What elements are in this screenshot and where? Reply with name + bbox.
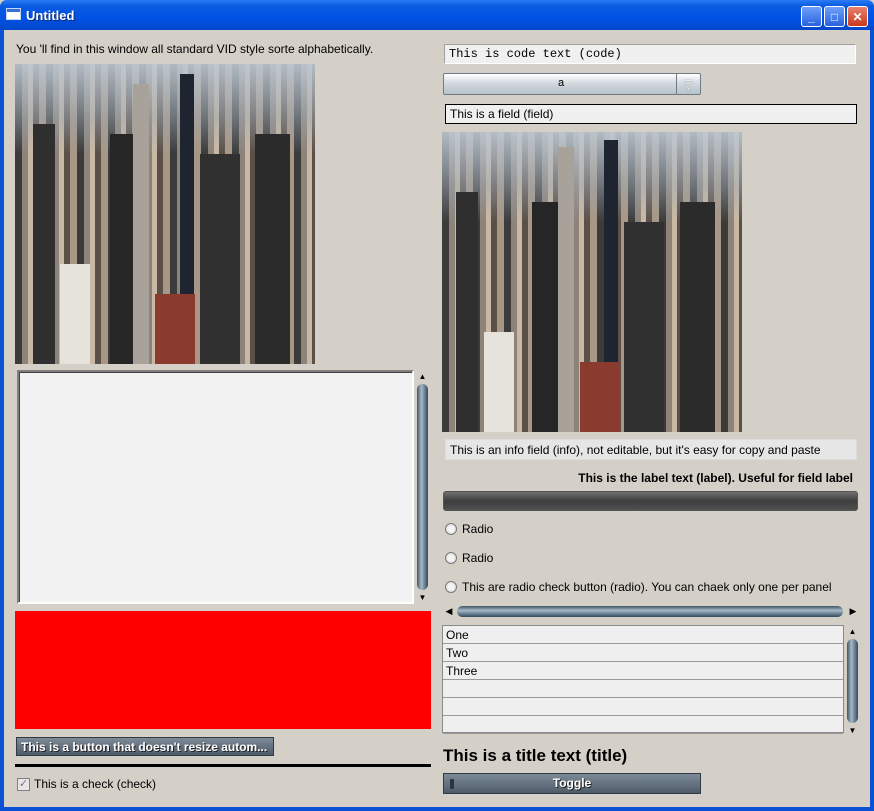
window-title: Untitled [26,8,75,23]
radio-1-label: Radio [462,522,494,536]
list-item[interactable]: Two [443,644,843,662]
progress-bar [443,491,858,511]
text-field[interactable]: This is a field (field) [445,104,857,124]
text-list[interactable]: One Two Three [442,625,844,734]
code-field[interactable]: This is code text (code) [444,44,856,64]
list-item[interactable] [443,716,843,734]
window-icon [6,8,21,20]
title-text: This is a title text (title) [443,746,628,765]
check-row[interactable]: ✓ This is a check (check) [17,777,156,791]
radio-icon[interactable] [445,523,457,535]
label-text: This is the label text (label). Useful f… [578,471,853,485]
text-area-scrollbar[interactable]: ▲ ▼ [415,370,430,604]
radio-icon[interactable] [445,581,457,593]
radio-icon[interactable] [445,552,457,564]
info-field[interactable]: This is an info field (info), not editab… [445,439,857,460]
maximize-button[interactable]: □ [824,6,845,27]
scroll-down-icon[interactable]: ▼ [415,591,430,604]
toggle-label: Toggle [552,776,592,790]
radio-2-label: Radio [462,551,494,565]
fixed-size-button[interactable]: This is a button that doesn't resize aut… [16,737,274,756]
scroll-thumb[interactable] [847,639,858,723]
list-item[interactable] [443,680,843,698]
scroll-right-icon[interactable]: ▶ [847,604,859,619]
city-image-left [15,64,315,364]
radio-3-label: This are radio check button (radio). You… [462,580,832,594]
dropdown-value: a [557,77,565,89]
radio-1[interactable]: Radio [445,522,493,536]
checkbox-icon[interactable]: ✓ [17,777,30,791]
window-content: You 'll find in this window all standard… [4,30,870,807]
dropdown-select[interactable]: a ▽ [443,73,701,95]
list-item[interactable] [443,698,843,716]
horizontal-scrollbar[interactable]: ◀ ▶ [443,604,859,619]
scroll-up-icon[interactable]: ▲ [845,625,860,638]
scroll-up-icon[interactable]: ▲ [415,370,430,383]
divider-line [15,764,431,767]
app-window: Untitled _ □ ✕ You 'll find in this wind… [0,0,874,811]
toggle-knob-icon [450,779,454,789]
list-item[interactable]: Three [443,662,843,680]
title-bar[interactable]: Untitled _ □ ✕ [0,0,874,30]
chevron-down-icon[interactable]: ▽ [676,74,700,94]
radio-2[interactable]: Radio [445,551,493,565]
city-image-right [442,132,742,432]
red-box [15,611,431,729]
scroll-left-icon[interactable]: ◀ [443,604,455,619]
scroll-thumb[interactable] [417,384,428,590]
close-button[interactable]: ✕ [847,6,868,27]
check-label: This is a check (check) [34,777,157,791]
scroll-down-icon[interactable]: ▼ [845,724,860,737]
toggle-button[interactable]: Toggle [443,773,701,794]
list-item[interactable]: One [443,626,843,644]
radio-3[interactable]: This are radio check button (radio). You… [445,580,832,594]
list-scrollbar[interactable]: ▲ ▼ [845,625,860,737]
intro-label: You 'll find in this window all standard… [16,42,374,56]
text-area[interactable] [17,370,414,604]
minimize-button[interactable]: _ [801,6,822,27]
horizontal-scroll-thumb[interactable] [457,606,843,617]
